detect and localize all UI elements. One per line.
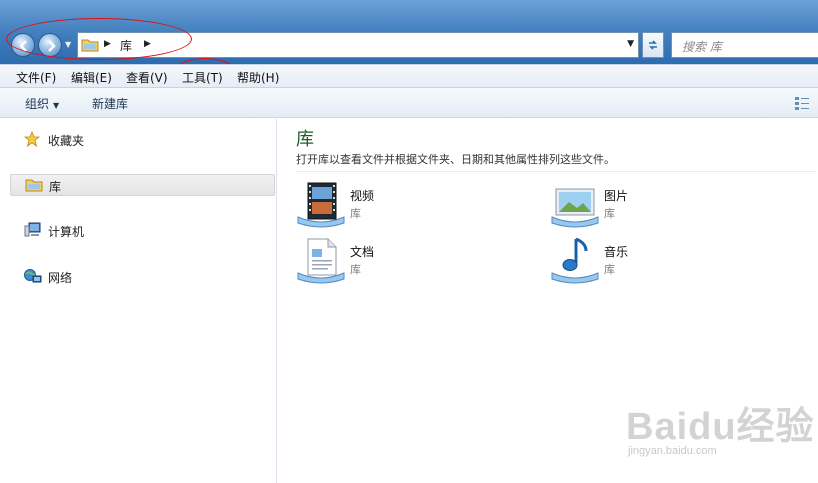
pictures-library-icon — [551, 188, 599, 228]
library-tile-music[interactable]: 音乐 库 — [550, 237, 770, 287]
annotation-ellipse-address — [6, 18, 192, 60]
change-view-icon[interactable] — [794, 95, 810, 111]
library-name: 音乐 — [604, 245, 629, 259]
star-icon — [24, 131, 40, 147]
watermark-url: jingyan.baidu.com — [628, 445, 717, 457]
library-folder-icon — [25, 179, 43, 192]
documents-library-icon — [297, 238, 345, 284]
library-name: 图片 — [604, 189, 629, 203]
video-library-icon — [297, 182, 345, 228]
music-library-icon — [551, 237, 599, 284]
menu-view[interactable]: 查看(V) — [126, 69, 168, 86]
page-title: 库 — [296, 129, 314, 150]
computer-icon — [24, 222, 41, 237]
search-placeholder: 搜索 库 — [682, 40, 722, 54]
library-type: 库 — [350, 263, 361, 276]
network-icon — [24, 269, 42, 283]
organize-button[interactable]: 组织 ▼ — [25, 95, 59, 112]
address-history-dropdown-icon[interactable]: ▼ — [627, 39, 634, 49]
command-bar: 组织 ▼ 新建库 — [0, 88, 818, 118]
menu-bar: 文件(F) 编辑(E) 查看(V) 工具(T) 帮助(H) — [0, 64, 818, 88]
library-name: 文档 — [350, 245, 375, 259]
organize-label: 组织 — [25, 97, 50, 111]
menu-file[interactable]: 文件(F) — [16, 69, 56, 86]
search-input[interactable]: 搜索 库 — [671, 32, 818, 58]
refresh-button[interactable] — [642, 32, 664, 58]
library-name: 视频 — [350, 189, 375, 203]
nav-item-label: 计算机 — [48, 225, 85, 239]
nav-item-label: 网络 — [48, 271, 73, 285]
chevron-down-icon: ▼ — [53, 101, 60, 110]
divider — [296, 171, 816, 172]
menu-help[interactable]: 帮助(H) — [237, 69, 279, 86]
menu-tools[interactable]: 工具(T) — [182, 69, 223, 86]
nav-item-computer[interactable]: 计算机 — [10, 220, 275, 242]
nav-item-label: 收藏夹 — [48, 134, 85, 148]
refresh-icon — [649, 40, 657, 50]
page-description: 打开库以查看文件并根据文件夹、日期和其他属性排列这些文件。 — [296, 153, 615, 166]
menu-edit[interactable]: 编辑(E) — [71, 69, 112, 86]
library-tile-pictures[interactable]: 图片 库 — [550, 181, 770, 231]
library-type: 库 — [350, 207, 361, 220]
baidu-watermark: Baidu经验 jingyan.baidu.com — [626, 395, 815, 457]
navigation-pane: 收藏夹 库 计算机 网络 — [0, 119, 277, 483]
new-library-button[interactable]: 新建库 — [92, 95, 128, 112]
library-type: 库 — [604, 207, 615, 220]
nav-item-network[interactable]: 网络 — [10, 266, 275, 288]
library-type: 库 — [604, 263, 615, 276]
library-tile-documents[interactable]: 文档 库 — [296, 237, 516, 287]
nav-item-favorites[interactable]: 收藏夹 — [10, 129, 275, 151]
watermark-logo-text: Baidu经验 — [626, 406, 815, 448]
library-tile-video[interactable]: 视频 库 — [296, 181, 516, 231]
nav-item-libraries[interactable]: 库 — [10, 174, 275, 196]
nav-item-label: 库 — [49, 180, 62, 194]
